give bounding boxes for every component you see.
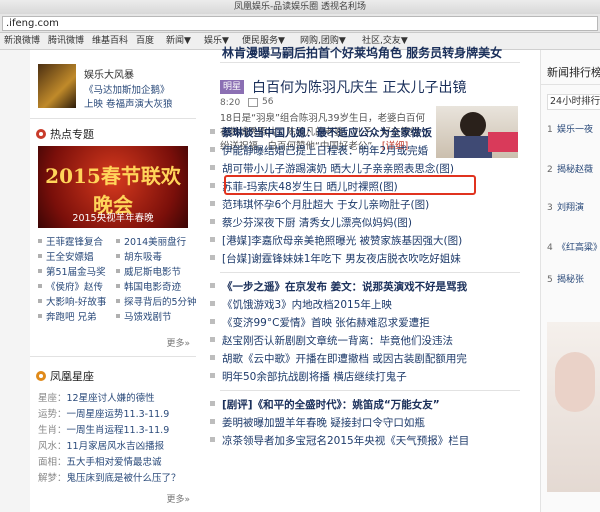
hot-link[interactable]: 《侯府》赵传 <box>38 279 103 293</box>
divider <box>220 272 520 273</box>
right-ad-image[interactable] <box>547 322 600 492</box>
bookmark-wikipedia[interactable]: 维基百科 <box>92 35 128 47</box>
news-item[interactable]: 胡歌《云中歌》开播在即遭撤档 或因古装剧配额用完 <box>210 351 467 366</box>
hot-link[interactable]: 马馈戏剧节 <box>116 309 172 323</box>
hot-link[interactable]: 王菲霆锋复合 <box>38 234 103 248</box>
hot-link[interactable]: 奔跑吧 兄弟 <box>38 309 97 323</box>
news-item[interactable]: 姜明被曝加盟羊年春晚 疑接封口令守口如瓶 <box>210 415 425 430</box>
hot-topics-title: 热点专题 <box>36 126 94 142</box>
address-input[interactable]: .ifeng.com <box>2 16 598 31</box>
headline-tag: 明星 <box>220 80 245 94</box>
divider <box>220 390 520 391</box>
divider <box>30 356 196 357</box>
hot-link[interactable]: 探寻背后的5分钟 <box>116 294 197 308</box>
photo-figure <box>460 112 486 138</box>
feature-title[interactable]: 娱乐大风暴 <box>84 66 134 81</box>
astro-item[interactable]: 星座：12星座讨人嫌的德性 <box>38 390 155 404</box>
feature-line-1[interactable]: 《马达加斯加企鹅》 <box>84 82 170 96</box>
news-item[interactable]: 赵宝刚否认新剧剧文章统一背离：毕竟他们没违法 <box>210 333 453 348</box>
feature-line-2[interactable]: 上映 卷福声演大灰狼 <box>84 96 173 110</box>
astro-item[interactable]: 解梦：鬼压床到底是被什么压了？ <box>38 470 181 484</box>
comment-count[interactable]: 56 <box>262 97 273 107</box>
news-item[interactable]: 《变济99°C爱情》首映 张佑赫难忍求爱遭拒 <box>210 315 430 330</box>
hot-link[interactable]: 威尼斯电影节 <box>116 264 181 278</box>
hot-link[interactable]: 胡东吸毒 <box>116 249 162 263</box>
news-item[interactable]: [港媒]李嘉欣母亲美艳照曝光 被赞家族基因强大(图) <box>209 233 462 248</box>
divider <box>541 84 600 85</box>
headline-photo[interactable] <box>436 106 518 158</box>
news-item[interactable]: 凉茶领导者加多宝冠名2015年央视《天气预报》栏目 <box>209 433 469 448</box>
bookmark-baidu[interactable]: 百度 <box>136 35 154 47</box>
window-titlebar: 凤凰娱乐-品读娱乐圈 透视名利场 <box>0 0 600 14</box>
news-item[interactable]: 明年50余部抗战剧将播 横店继续打鬼子 <box>210 369 407 384</box>
hot-link[interactable]: 2014美丽盘行 <box>116 234 186 248</box>
news-item[interactable]: 蔡琳谈当中国儿媳：最不适应公众为全家做饭 <box>210 125 432 140</box>
comment-icon[interactable] <box>248 98 258 107</box>
news-item[interactable]: [剧评]《和平的全盛时代》：姚笛成“万能女友” <box>210 397 440 412</box>
astro-item[interactable]: 面相：五大手相对爱情最忠诚 <box>38 454 162 468</box>
ad-figure <box>555 352 595 412</box>
news-item[interactable]: 《饥饿游戏3》内地改档2015年上映 <box>210 297 392 312</box>
bookmark-tencent-weibo[interactable]: 腾讯微博 <box>48 35 84 47</box>
ranking-item[interactable]: 5 揭秘张 <box>547 272 584 285</box>
news-item[interactable]: 《一步之遥》在京发布 姜文：说那英演戏不好是骂我 <box>209 279 467 294</box>
window-title: 凤凰娱乐-品读娱乐圈 透视名利场 <box>233 2 367 12</box>
hot-topics-label: 热点专题 <box>50 128 94 141</box>
news-item[interactable]: 范玮琪怀孕6个月肚超大 于女儿亲吻肚子(图) <box>209 197 429 212</box>
news-item[interactable]: [台媒]谢霆锋妹妹1年吃下 男友夜店脱衣吹吃好姐妹 <box>210 251 461 266</box>
banner-caption: 2015央视羊年春晚 <box>72 213 154 224</box>
ranking-item[interactable]: 4《红高粱》曝光 <box>547 240 600 253</box>
left-column: 娱乐大风暴 《马达加斯加企鹅》 上映 卷福声演大灰狼 热点专题 2015春节联欢… <box>30 50 197 512</box>
url-bar: .ifeng.com <box>0 14 600 33</box>
astro-label: 凤凰星座 <box>50 370 94 383</box>
news-item[interactable]: 蔡少芬深夜下厨 清秀女儿漂亮似妈妈(图) <box>209 215 412 230</box>
divider <box>220 62 520 63</box>
ranking-item[interactable]: 3 刘翔演 <box>547 200 584 213</box>
feature-thumbnail[interactable] <box>38 64 76 108</box>
astro-item[interactable]: 生肖：一周生肖运程11.3-11.9 <box>38 422 169 436</box>
top-cut-headline[interactable]: 林肯漫曝马嗣后拍首个好莱坞角色 服务员转身牌美女 <box>222 44 502 61</box>
divider <box>30 118 196 119</box>
ranking-title: 新闻排行榜 <box>547 66 600 79</box>
astro-item[interactable]: 运势：一周星座运势11.3-11.9 <box>38 406 169 420</box>
ranking-item[interactable]: 2 揭秘赵薇 <box>547 162 593 175</box>
photo-figure-body <box>454 136 492 158</box>
headline-link[interactable]: 白百何为陈羽凡庆生 正太儿子出镜 <box>252 77 466 97</box>
hot-link[interactable]: 大影响-好故事 <box>38 294 106 308</box>
right-column: 新闻排行榜 24小时排行 1娱乐一夜 2揭秘赵薇 3刘翔演 4《红高粱》曝光 5… <box>540 50 600 512</box>
center-column: 林肯漫曝马嗣后拍首个好莱坞角色 服务员转身牌美女 明星 白百何为陈羽凡庆生 正太… <box>200 46 538 512</box>
bookmark-news-menu[interactable]: 新闻▼ <box>166 35 191 47</box>
astro-icon <box>36 371 46 381</box>
page-content: 娱乐大风暴 《马达加斯加企鹅》 上映 卷福声演大灰狼 热点专题 2015春节联欢… <box>0 46 600 512</box>
news-item[interactable]: 胡可带小儿子游踢演奶 晒大儿子亲亲照表思念(图) <box>209 161 454 176</box>
astro-more-link[interactable]: 更多» <box>166 492 190 505</box>
tab-24h[interactable]: 24小时排行 <box>547 94 600 110</box>
hot-link[interactable]: 第51届金马奖 <box>38 264 106 278</box>
photo-sign <box>488 132 518 152</box>
ranking-item[interactable]: 1 娱乐一夜 <box>547 122 593 135</box>
news-item[interactable]: 伊能静曝结婚已提上日程表：明年2月或完婚 <box>209 143 428 158</box>
hot-topics-icon <box>36 129 46 139</box>
highlight-box <box>224 175 476 195</box>
spring-gala-banner[interactable]: 2015春节联欢晚会 2015央视羊年春晚 <box>38 146 188 228</box>
bookmark-sina-weibo[interactable]: 新浪微博 <box>4 35 40 47</box>
hot-more-link[interactable]: 更多» <box>166 336 190 349</box>
left-gutter <box>0 50 30 512</box>
hot-link[interactable]: 王全安嫖娼 <box>38 249 94 263</box>
headline-time: 8:20 <box>220 98 241 108</box>
hot-link[interactable]: 韩国电影奇迹 <box>116 279 181 293</box>
astro-title: 凤凰星座 <box>36 368 94 384</box>
astro-item[interactable]: 风水：11月家居风水吉凶播报 <box>38 438 164 452</box>
